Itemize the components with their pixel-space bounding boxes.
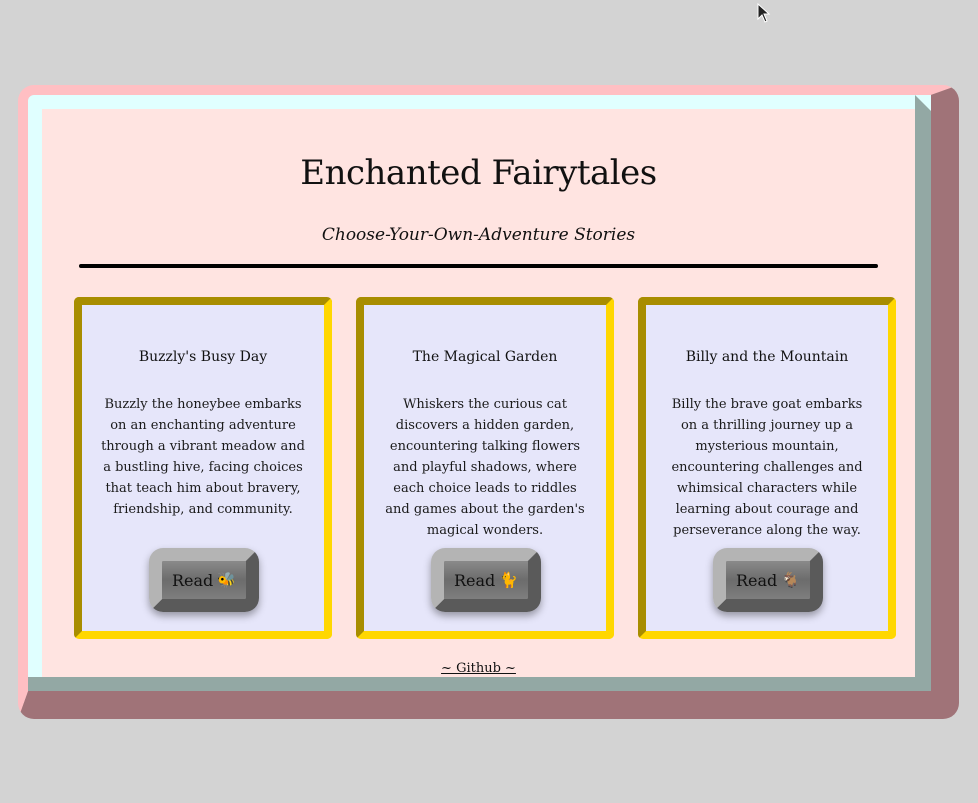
read-button-magical-garden[interactable]: Read 🐈 (431, 548, 541, 612)
story-description: Billy the brave goat embarks on a thrill… (671, 397, 863, 538)
footer: ~ Github ~ (42, 661, 915, 676)
story-card-buzzly: Buzzly's Busy Day Buzzly the honeybee em… (74, 297, 332, 639)
main-frame: Enchanted Fairytales Choose-Your-Own-Adv… (18, 85, 959, 719)
frame-bevel-bottom (28, 677, 931, 691)
page-subtitle: Choose-Your-Own-Adventure Stories (321, 225, 636, 245)
frame-bevel-right (915, 95, 931, 691)
divider (79, 264, 878, 268)
story-description: Buzzly the honeybee embarks on an enchan… (101, 397, 305, 517)
story-title: Buzzly's Busy Day (138, 349, 268, 365)
page-title: Enchanted Fairytales (300, 153, 657, 193)
story-list: Buzzly's Busy Day Buzzly the honeybee em… (74, 297, 897, 639)
story-card-billy: Billy and the Mountain Billy the brave g… (638, 297, 896, 639)
bee-icon: 🐝 (217, 571, 236, 589)
goat-icon: 🐐 (781, 571, 800, 589)
github-link[interactable]: ~ Github ~ (441, 661, 516, 676)
story-card-magical-garden: The Magical Garden Whiskers the curious … (356, 297, 614, 639)
read-button-billy[interactable]: Read 🐐 (713, 548, 823, 612)
read-button-buzzly[interactable]: Read 🐝 (149, 548, 259, 612)
content-panel: Enchanted Fairytales Choose-Your-Own-Adv… (42, 109, 915, 677)
read-button-label: Read (736, 570, 778, 590)
read-button-label: Read (172, 570, 214, 590)
story-title: The Magical Garden (412, 349, 558, 365)
cat-icon: 🐈 (499, 571, 518, 589)
story-title: Billy and the Mountain (685, 349, 849, 365)
story-description: Whiskers the curious cat discovers a hid… (385, 397, 585, 538)
read-button-label: Read (454, 570, 496, 590)
